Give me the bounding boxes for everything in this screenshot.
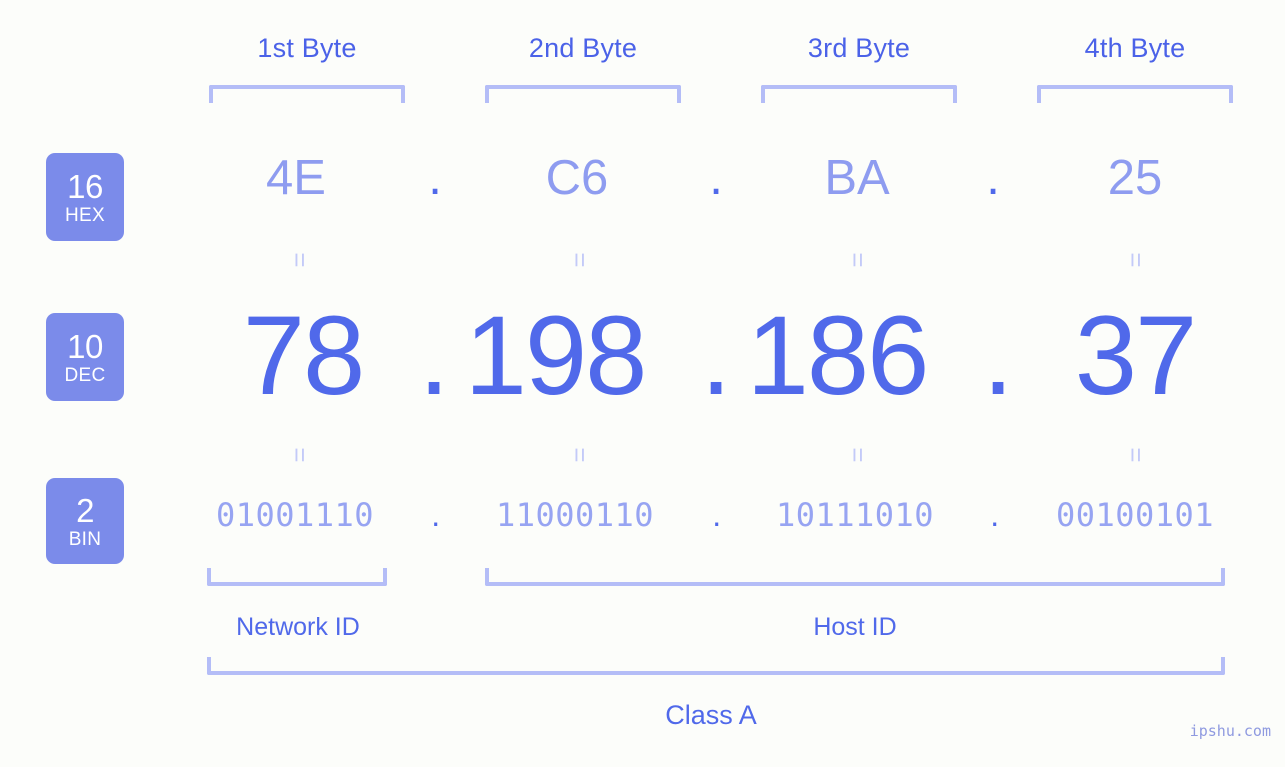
dec-separator-3: . <box>982 293 1013 418</box>
class-bracket <box>207 657 1225 675</box>
hex-value-1: 4E <box>266 151 326 205</box>
equals-mark-hex-dec-3: = <box>843 252 873 268</box>
dec-value-1: 78 <box>242 293 366 418</box>
base-badge-dec-number: 10 <box>67 327 103 365</box>
byte-bracket-1 <box>209 85 405 103</box>
hex-value-3: BA <box>824 151 890 205</box>
bin-value-2: 11000110 <box>495 496 655 534</box>
network-id-bracket <box>207 568 387 586</box>
equals-mark-dec-bin-2: = <box>565 447 595 463</box>
byte-header-label-3: 3rd Byte <box>807 33 911 63</box>
base-badge-bin: 2 BIN <box>46 478 124 564</box>
base-badge-hex-name: HEX <box>65 204 105 226</box>
hex-separator-3: . <box>986 151 1000 205</box>
host-id-label: Host ID <box>813 613 897 641</box>
dec-value-3: 186 <box>746 293 930 418</box>
hex-value-4: 25 <box>1107 151 1163 205</box>
byte-bracket-3 <box>761 85 957 103</box>
base-badge-bin-name: BIN <box>68 528 102 550</box>
bin-value-4: 00100101 <box>1055 496 1215 534</box>
hex-value-2: C6 <box>545 151 609 205</box>
network-id-label: Network ID <box>236 613 360 641</box>
dec-value-2: 198 <box>464 293 648 418</box>
byte-header-label-4: 4th Byte <box>1084 33 1186 63</box>
hex-separator-1: . <box>428 151 442 205</box>
equals-mark-dec-bin-4: = <box>1121 447 1151 463</box>
dec-separator-2: . <box>700 293 731 418</box>
bin-separator-2: . <box>712 497 722 533</box>
bin-separator-1: . <box>431 497 441 533</box>
equals-mark-dec-bin-1: = <box>285 447 315 463</box>
byte-bracket-4 <box>1037 85 1233 103</box>
equals-mark-hex-dec-2: = <box>565 252 595 268</box>
site-watermark: ipshu.com <box>1189 722 1271 740</box>
byte-header-label-2: 2nd Byte <box>528 33 638 63</box>
base-badge-dec-name: DEC <box>64 364 106 386</box>
hex-separator-2: . <box>709 151 723 205</box>
class-label: Class A <box>665 700 757 730</box>
equals-mark-hex-dec-1: = <box>285 252 315 268</box>
base-badge-bin-number: 2 <box>76 491 94 529</box>
equals-mark-hex-dec-4: = <box>1121 252 1151 268</box>
ip-byte-breakdown-diagram: 1st Byte 2nd Byte 3rd Byte 4th Byte 16 H… <box>0 0 1285 767</box>
dec-separator-1: . <box>418 293 449 418</box>
base-badge-dec: 10 DEC <box>46 313 124 401</box>
bin-separator-3: . <box>990 497 1000 533</box>
equals-mark-dec-bin-3: = <box>843 447 873 463</box>
base-badge-hex-number: 16 <box>67 167 103 205</box>
byte-bracket-2 <box>485 85 681 103</box>
base-badge-hex: 16 HEX <box>46 153 124 241</box>
host-id-bracket <box>485 568 1225 586</box>
dec-value-4: 37 <box>1074 293 1198 418</box>
byte-header-label-1: 1st Byte <box>257 33 357 63</box>
bin-value-3: 10111010 <box>775 496 935 534</box>
bin-value-1: 01001110 <box>215 496 375 534</box>
